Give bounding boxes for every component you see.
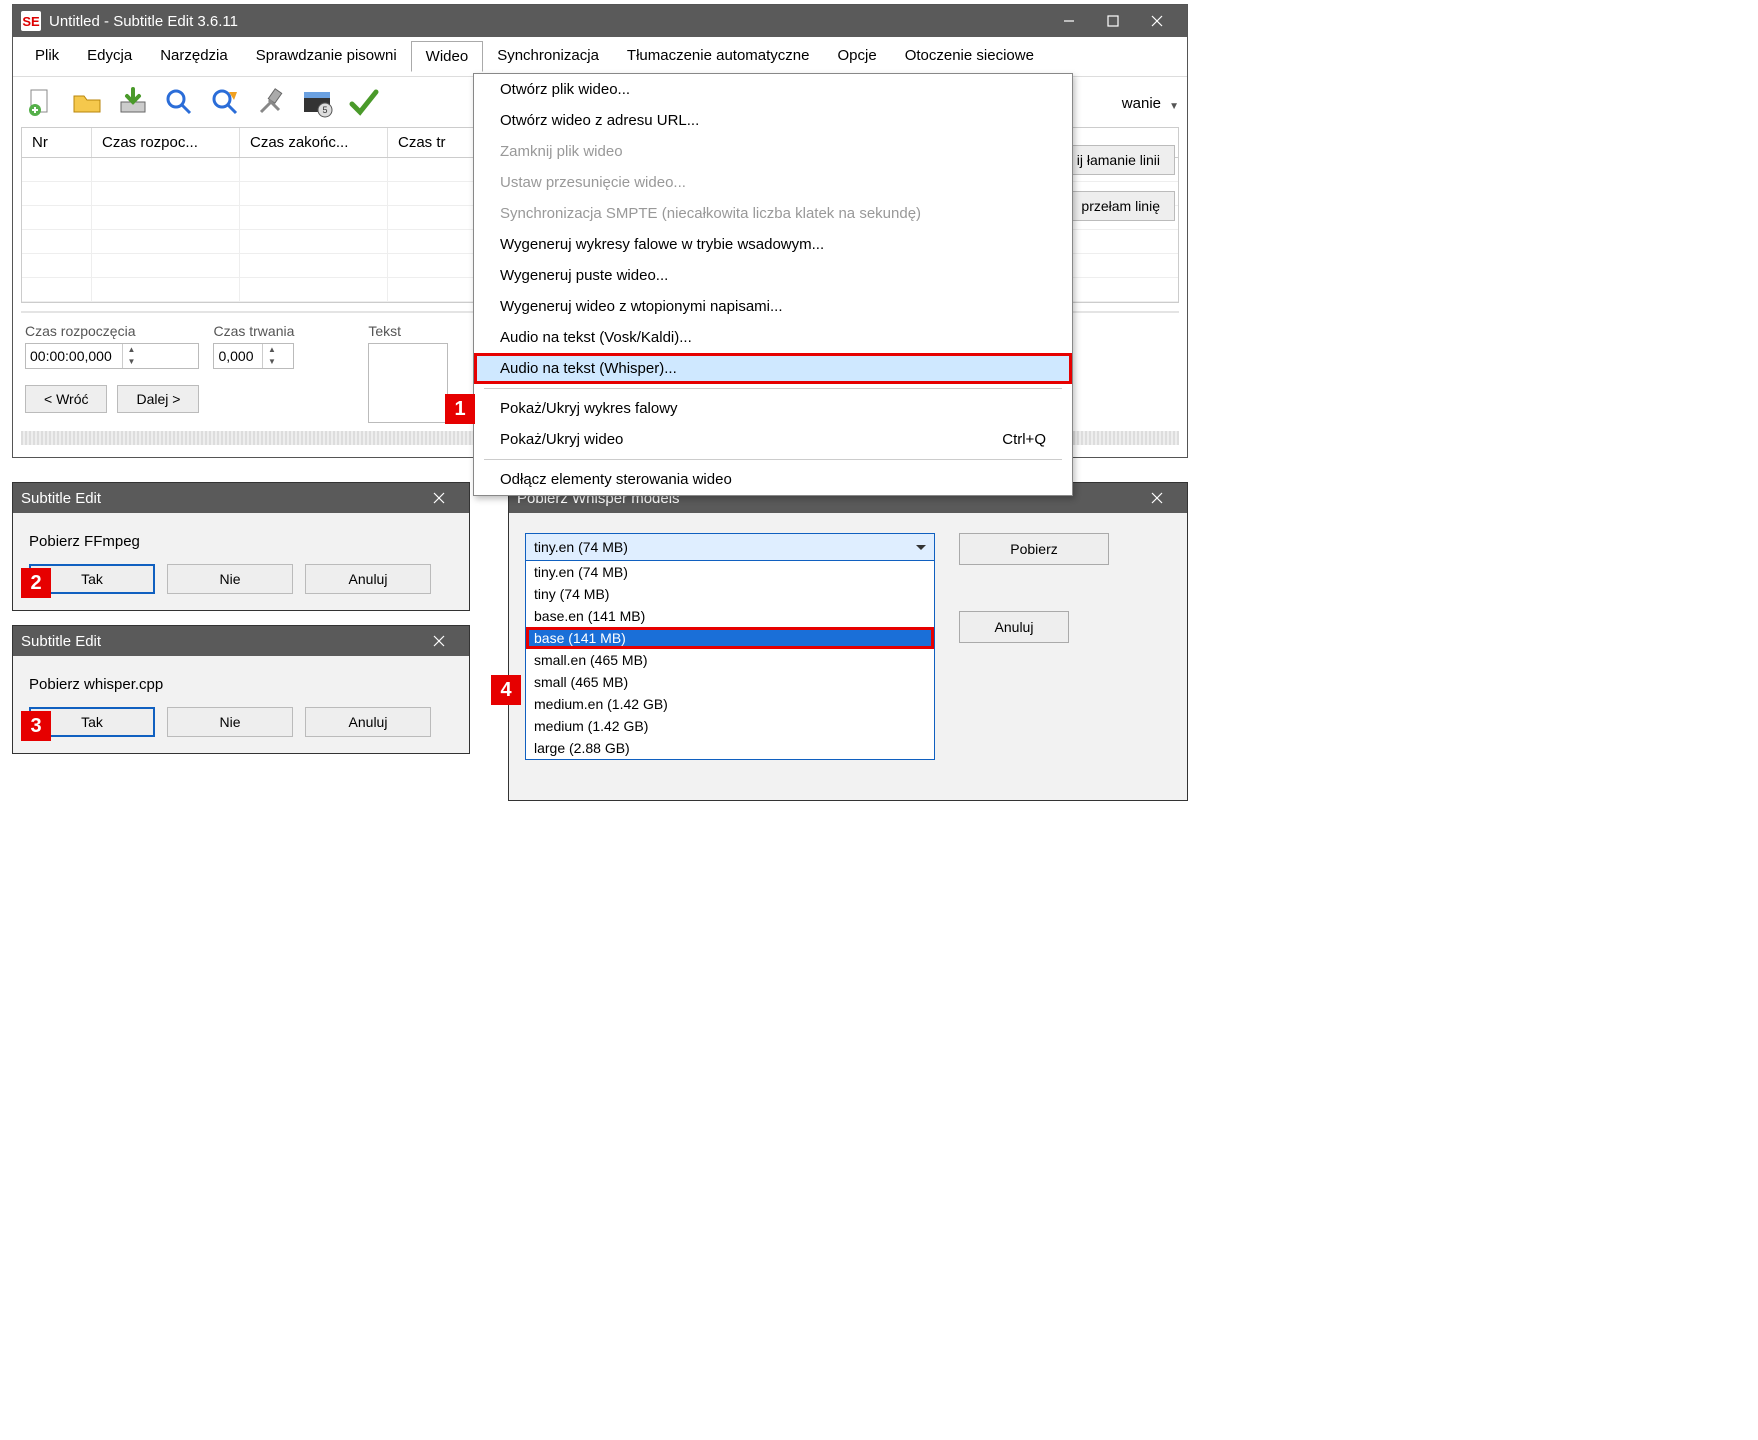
menu-narzedzia[interactable]: Narzędzia bbox=[146, 41, 242, 72]
menu-wideo[interactable]: Wideo bbox=[411, 41, 484, 72]
menu-otoczenie[interactable]: Otoczenie sieciowe bbox=[891, 41, 1048, 72]
combobox-option[interactable]: tiny.en (74 MB) bbox=[526, 561, 934, 583]
close-button[interactable] bbox=[1135, 482, 1179, 514]
tool-new-button[interactable] bbox=[21, 82, 61, 122]
callout-1: 1 bbox=[445, 394, 475, 424]
close-button[interactable] bbox=[1135, 5, 1179, 37]
combobox-option[interactable]: large (2.88 GB) bbox=[526, 737, 934, 759]
combobox-option[interactable]: base.en (141 MB) bbox=[526, 605, 934, 627]
app-icon: SE bbox=[21, 11, 41, 31]
maximize-button[interactable] bbox=[1091, 5, 1135, 37]
menu-item[interactable]: Audio na tekst (Whisper)... bbox=[474, 353, 1072, 384]
combobox-selected[interactable]: tiny.en (74 MB) bbox=[525, 533, 935, 561]
no-button[interactable]: Nie bbox=[167, 564, 293, 594]
col-end[interactable]: Czas zakońc... bbox=[240, 128, 388, 157]
text-input[interactable] bbox=[368, 343, 448, 423]
menu-tlumaczenie[interactable]: Tłumaczenie automatyczne bbox=[613, 41, 824, 72]
menu-item[interactable]: Pokaż/Ukryj wideoCtrl+Q bbox=[474, 424, 1072, 455]
menu-item: Synchronizacja SMPTE (niecałkowita liczb… bbox=[474, 198, 1072, 229]
whisper-dialog: Subtitle Edit Pobierz whisper.cpp Tak Ni… bbox=[12, 625, 470, 754]
tool-replace-button[interactable] bbox=[205, 82, 245, 122]
dialog-title: Subtitle Edit bbox=[21, 490, 101, 507]
svg-text:5: 5 bbox=[322, 105, 327, 115]
menu-item[interactable]: Odłącz elementy sterowania wideo bbox=[474, 464, 1072, 495]
titlebar: SE Untitled - Subtitle Edit 3.6.11 bbox=[13, 5, 1187, 37]
combobox-option[interactable]: tiny (74 MB) bbox=[526, 583, 934, 605]
models-dialog: Pobierz Whisper models tiny.en (74 MB) t… bbox=[508, 482, 1188, 801]
close-button[interactable] bbox=[417, 482, 461, 514]
callout-2: 2 bbox=[21, 568, 51, 598]
model-combobox[interactable]: tiny.en (74 MB) tiny.en (74 MB)tiny (74 … bbox=[525, 533, 935, 760]
menu-item: Zamknij plik wideo bbox=[474, 136, 1072, 167]
main-window: SE Untitled - Subtitle Edit 3.6.11 Plik … bbox=[12, 4, 1188, 458]
duration-input[interactable] bbox=[214, 346, 262, 366]
tool-video-button[interactable]: 5 bbox=[297, 82, 337, 122]
spin-up-icon[interactable]: ▲ bbox=[123, 344, 140, 356]
minimize-button[interactable] bbox=[1047, 5, 1091, 37]
col-nr[interactable]: Nr bbox=[22, 128, 92, 157]
combobox-option[interactable]: medium (1.42 GB) bbox=[526, 715, 934, 737]
download-button[interactable]: Pobierz bbox=[959, 533, 1109, 565]
text-label: Tekst bbox=[368, 323, 448, 339]
callout-4: 4 bbox=[491, 675, 521, 705]
cancel-button[interactable]: Anuluj bbox=[305, 707, 431, 737]
window-title: Untitled - Subtitle Edit 3.6.11 bbox=[49, 13, 238, 30]
duration-label: Czas trwania bbox=[213, 323, 294, 339]
back-button[interactable]: < Wróć bbox=[25, 385, 107, 413]
cancel-button[interactable]: Anuluj bbox=[959, 611, 1069, 643]
menu-item: Ustaw przesunięcie wideo... bbox=[474, 167, 1072, 198]
next-button[interactable]: Dalej > bbox=[117, 385, 199, 413]
menu-item[interactable]: Otwórz plik wideo... bbox=[474, 74, 1072, 105]
menu-sync[interactable]: Synchronizacja bbox=[483, 41, 613, 72]
ffmpeg-dialog: Subtitle Edit Pobierz FFmpeg Tak Nie Anu… bbox=[12, 482, 470, 611]
tool-spellcheck-button[interactable] bbox=[343, 82, 383, 122]
video-menu-popup: Otwórz plik wideo...Otwórz wideo z adres… bbox=[473, 73, 1073, 496]
duration-spinner[interactable]: ▲▼ bbox=[213, 343, 294, 369]
menu-plik[interactable]: Plik bbox=[21, 41, 73, 72]
menu-item[interactable]: Wygeneruj wykresy falowe w trybie wsadow… bbox=[474, 229, 1072, 260]
toolbar-overflow-text: wanie bbox=[1122, 95, 1161, 112]
start-time-spinner[interactable]: ▲▼ bbox=[25, 343, 199, 369]
dialog-title: Subtitle Edit bbox=[21, 633, 101, 650]
tool-save-button[interactable] bbox=[113, 82, 153, 122]
menu-item[interactable]: Wygeneruj puste wideo... bbox=[474, 260, 1072, 291]
callout-3: 3 bbox=[21, 711, 51, 741]
cancel-button[interactable]: Anuluj bbox=[305, 564, 431, 594]
menu-item[interactable]: Pokaż/Ukryj wykres falowy bbox=[474, 393, 1072, 424]
menu-opcje[interactable]: Opcje bbox=[824, 41, 891, 72]
tool-settings-button[interactable] bbox=[251, 82, 291, 122]
menu-sprawdzanie[interactable]: Sprawdzanie pisowni bbox=[242, 41, 411, 72]
spin-up-icon[interactable]: ▲ bbox=[263, 344, 280, 356]
no-button[interactable]: Nie bbox=[167, 707, 293, 737]
combobox-option[interactable]: medium.en (1.42 GB) bbox=[526, 693, 934, 715]
col-start[interactable]: Czas rozpoc... bbox=[92, 128, 240, 157]
tool-find-button[interactable] bbox=[159, 82, 199, 122]
close-button[interactable] bbox=[417, 625, 461, 657]
menu-item[interactable]: Otwórz wideo z adresu URL... bbox=[474, 105, 1072, 136]
start-time-input[interactable] bbox=[26, 346, 122, 366]
menubar: Plik Edycja Narzędzia Sprawdzanie pisown… bbox=[13, 37, 1187, 77]
menu-item[interactable]: Wygeneruj wideo z wtopionymi napisami... bbox=[474, 291, 1072, 322]
menu-item[interactable]: Audio na tekst (Vosk/Kaldi)... bbox=[474, 322, 1072, 353]
spin-down-icon[interactable]: ▼ bbox=[123, 356, 140, 368]
dropdown-arrow-icon[interactable]: ▼ bbox=[1169, 101, 1179, 112]
unbreak-button[interactable]: przełam linię bbox=[1066, 191, 1175, 221]
dialog-message: Pobierz whisper.cpp bbox=[13, 656, 469, 707]
spin-down-icon[interactable]: ▼ bbox=[263, 356, 280, 368]
start-time-label: Czas rozpoczęcia bbox=[25, 323, 199, 339]
combobox-option[interactable]: small (465 MB) bbox=[526, 671, 934, 693]
combobox-dropdown: tiny.en (74 MB)tiny (74 MB)base.en (141 … bbox=[525, 561, 935, 760]
col-dur[interactable]: Czas tr bbox=[388, 128, 478, 157]
combobox-option[interactable]: base (141 MB) bbox=[526, 627, 934, 649]
menu-edycja[interactable]: Edycja bbox=[73, 41, 146, 72]
dialog-message: Pobierz FFmpeg bbox=[13, 513, 469, 564]
combobox-option[interactable]: small.en (465 MB) bbox=[526, 649, 934, 671]
tool-open-button[interactable] bbox=[67, 82, 107, 122]
auto-linebreak-button[interactable]: ij łamanie linii bbox=[1062, 145, 1175, 175]
